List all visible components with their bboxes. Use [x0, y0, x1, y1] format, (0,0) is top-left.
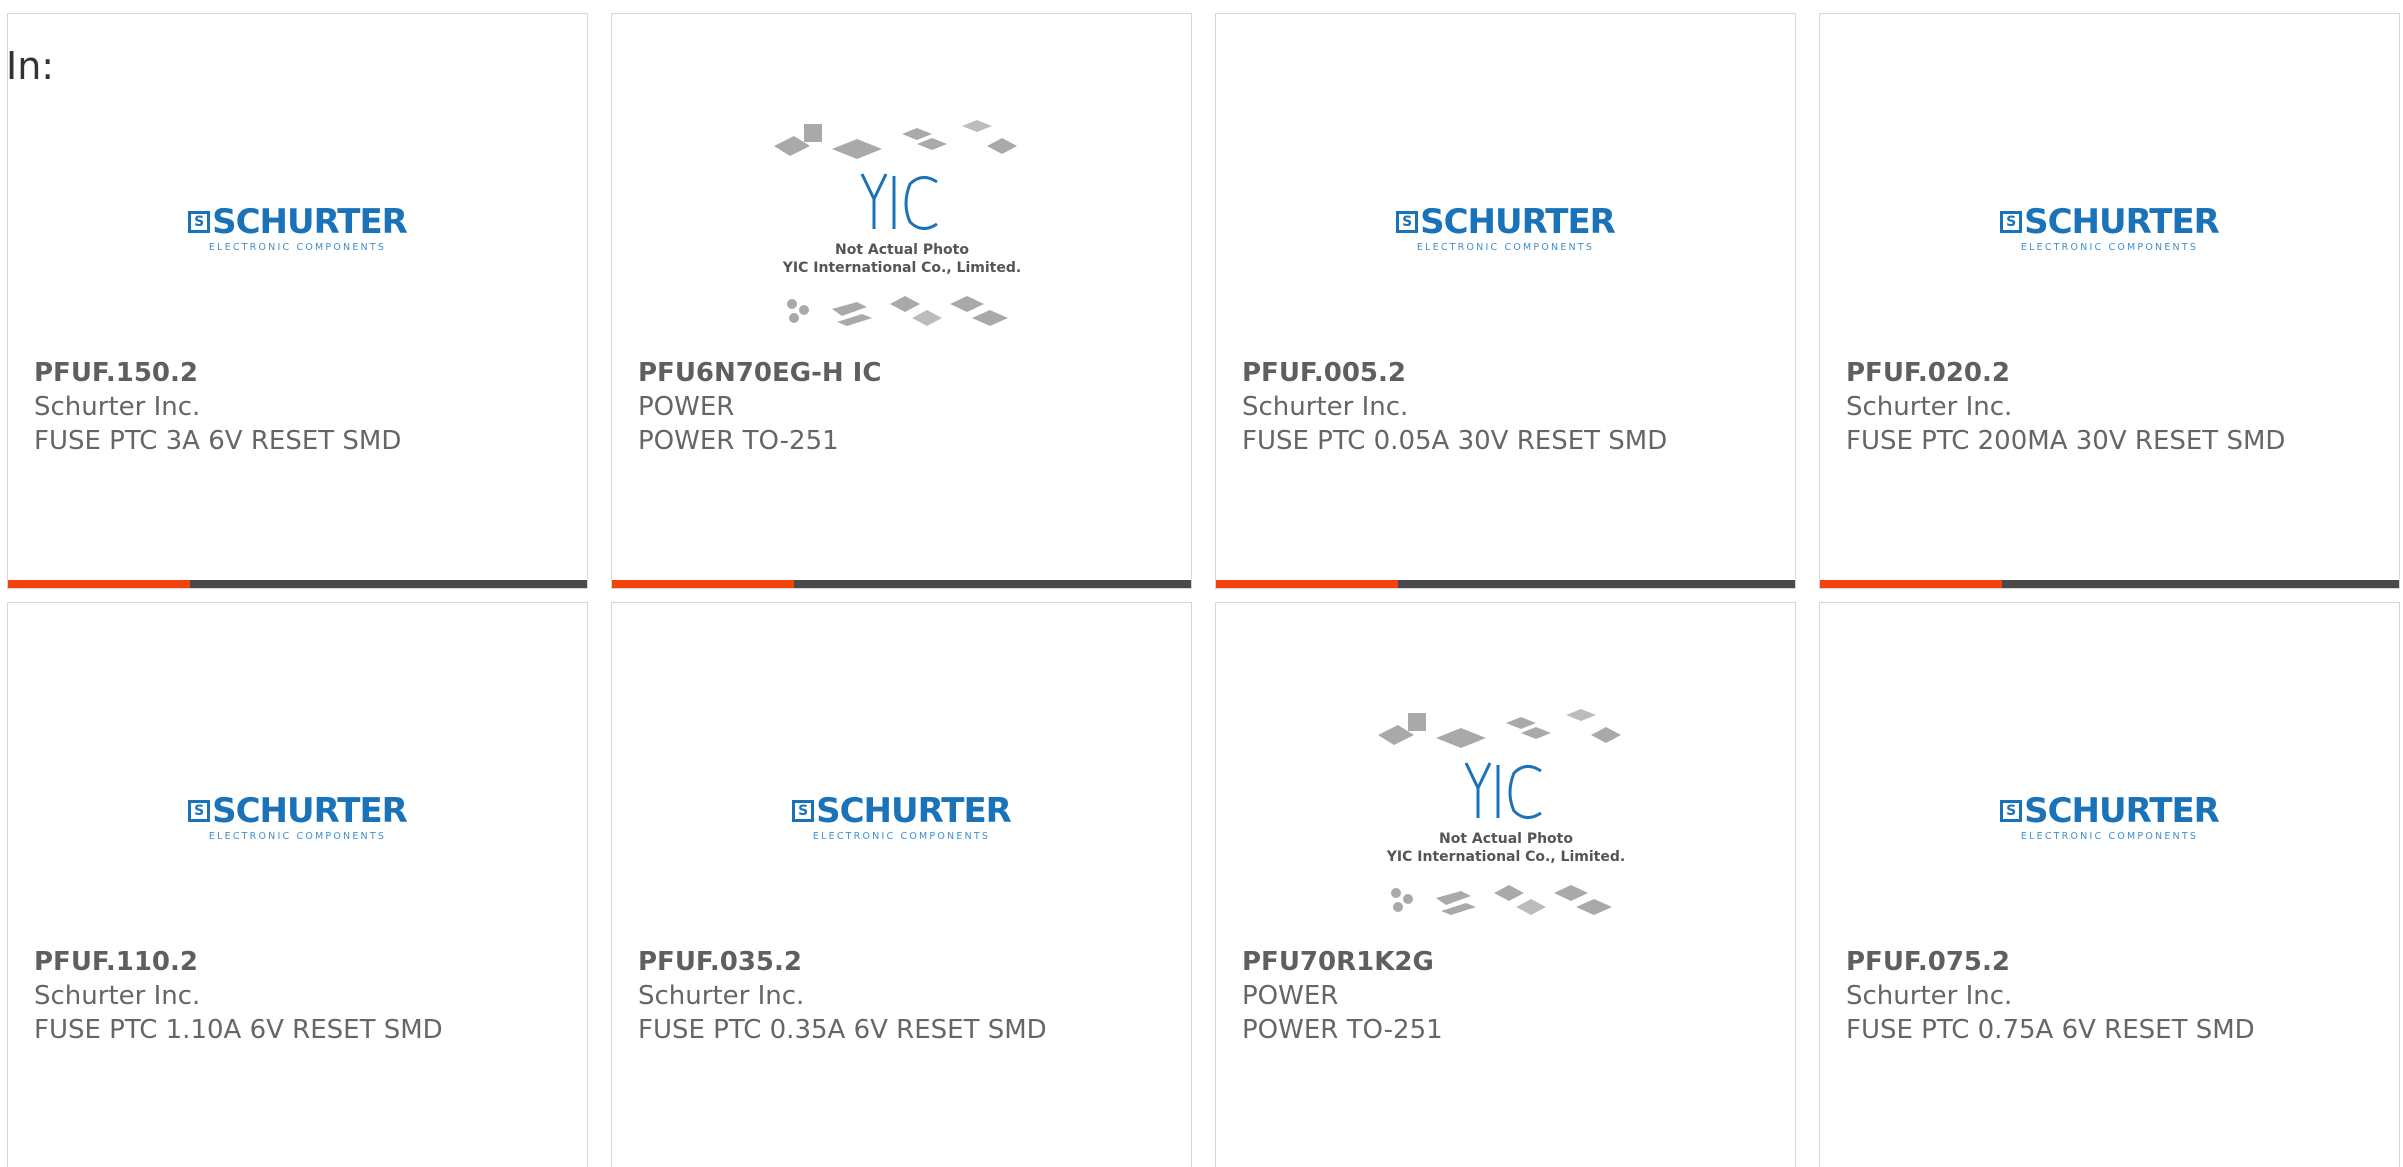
manufacturer: POWER [638, 392, 735, 422]
description: POWER TO-251 [1242, 1015, 1443, 1045]
svg-text:Not Actual Photo: Not Actual Photo [835, 242, 969, 258]
manufacturer: POWER [1242, 981, 1339, 1011]
product-image: S SCHURTER ELECTRONIC COMPONENTS [8, 683, 587, 953]
filter-label: In: [6, 44, 55, 88]
product-card[interactable]: Not Actual Photo YIC International Co., … [611, 13, 1192, 589]
product-card[interactable]: S SCHURTER ELECTRONIC COMPONENTS PFUF.02… [1819, 13, 2400, 589]
svg-text:YIC International Co., Limited: YIC International Co., Limited. [781, 260, 1020, 276]
part-number-link[interactable]: PFUF.035.2 [638, 945, 1165, 979]
description: FUSE PTC 0.05A 30V RESET SMD [1242, 426, 1668, 456]
product-image: S SCHURTER ELECTRONIC COMPONENTS [8, 94, 587, 364]
part-number-link[interactable]: PFUF.110.2 [34, 945, 561, 979]
yic-placeholder-image: Not Actual Photo YIC International Co., … [1377, 709, 1625, 915]
product-card[interactable]: S SCHURTER ELECTRONIC COMPONENTS PFUF.03… [611, 602, 1192, 1167]
svg-text:Not Actual Photo: Not Actual Photo [1439, 831, 1573, 847]
manufacturer: Schurter Inc. [1242, 392, 1409, 422]
product-card[interactable]: S SCHURTER ELECTRONIC COMPONENTS PFUF.07… [1819, 602, 2400, 1167]
description: FUSE PTC 0.75A 6V RESET SMD [1846, 1015, 2255, 1045]
manufacturer: Schurter Inc. [1846, 392, 2013, 422]
manufacturer: Schurter Inc. [34, 392, 201, 422]
product-image: Not Actual Photo YIC International Co., … [612, 94, 1191, 364]
description: FUSE PTC 0.35A 6V RESET SMD [638, 1015, 1047, 1045]
part-number-link[interactable]: PFU70R1K2G [1242, 945, 1769, 979]
schurter-logo: S SCHURTER ELECTRONIC COMPONENTS [188, 205, 408, 253]
product-image: S SCHURTER ELECTRONIC COMPONENTS [1820, 94, 2399, 364]
card-footer-bar [8, 580, 587, 588]
product-card[interactable]: Not Actual Photo YIC International Co., … [1215, 602, 1796, 1167]
product-grid-page: In: S SCHURTER ELECTRONIC COMPONENTS PFU… [0, 0, 2403, 1167]
description: FUSE PTC 3A 6V RESET SMD [34, 426, 402, 456]
description: POWER TO-251 [638, 426, 839, 456]
product-card[interactable]: S SCHURTER ELECTRONIC COMPONENTS PFUF.11… [7, 602, 588, 1167]
product-image: S SCHURTER ELECTRONIC COMPONENTS [1216, 94, 1795, 364]
product-card[interactable]: S SCHURTER ELECTRONIC COMPONENTS PFUF.00… [1215, 13, 1796, 589]
schurter-logo: S SCHURTER ELECTRONIC COMPONENTS [188, 794, 408, 842]
part-number-link[interactable]: PFUF.150.2 [34, 356, 561, 390]
part-number-link[interactable]: PFUF.075.2 [1846, 945, 2373, 979]
part-number-link[interactable]: PFU6N70EG-H IC [638, 356, 1165, 390]
product-image: S SCHURTER ELECTRONIC COMPONENTS [612, 683, 1191, 953]
schurter-logo: S SCHURTER ELECTRONIC COMPONENTS [2000, 794, 2220, 842]
part-number-link[interactable]: PFUF.020.2 [1846, 356, 2373, 390]
schurter-logo: S SCHURTER ELECTRONIC COMPONENTS [2000, 205, 2220, 253]
svg-text:YIC International Co., Limited: YIC International Co., Limited. [1385, 849, 1624, 865]
product-image: S SCHURTER ELECTRONIC COMPONENTS [1820, 683, 2399, 953]
description: FUSE PTC 1.10A 6V RESET SMD [34, 1015, 443, 1045]
description: FUSE PTC 200MA 30V RESET SMD [1846, 426, 2286, 456]
card-footer-bar [1216, 580, 1795, 588]
manufacturer: Schurter Inc. [638, 981, 805, 1011]
product-card[interactable]: S SCHURTER ELECTRONIC COMPONENTS PFUF.15… [7, 13, 588, 589]
card-footer-bar [612, 580, 1191, 588]
card-footer-bar [1820, 580, 2399, 588]
product-image: Not Actual Photo YIC International Co., … [1216, 683, 1795, 953]
manufacturer: Schurter Inc. [34, 981, 201, 1011]
manufacturer: Schurter Inc. [1846, 981, 2013, 1011]
yic-placeholder-image: Not Actual Photo YIC International Co., … [773, 120, 1021, 326]
part-number-link[interactable]: PFUF.005.2 [1242, 356, 1769, 390]
schurter-logo: S SCHURTER ELECTRONIC COMPONENTS [1396, 205, 1616, 253]
schurter-logo: S SCHURTER ELECTRONIC COMPONENTS [792, 794, 1012, 842]
